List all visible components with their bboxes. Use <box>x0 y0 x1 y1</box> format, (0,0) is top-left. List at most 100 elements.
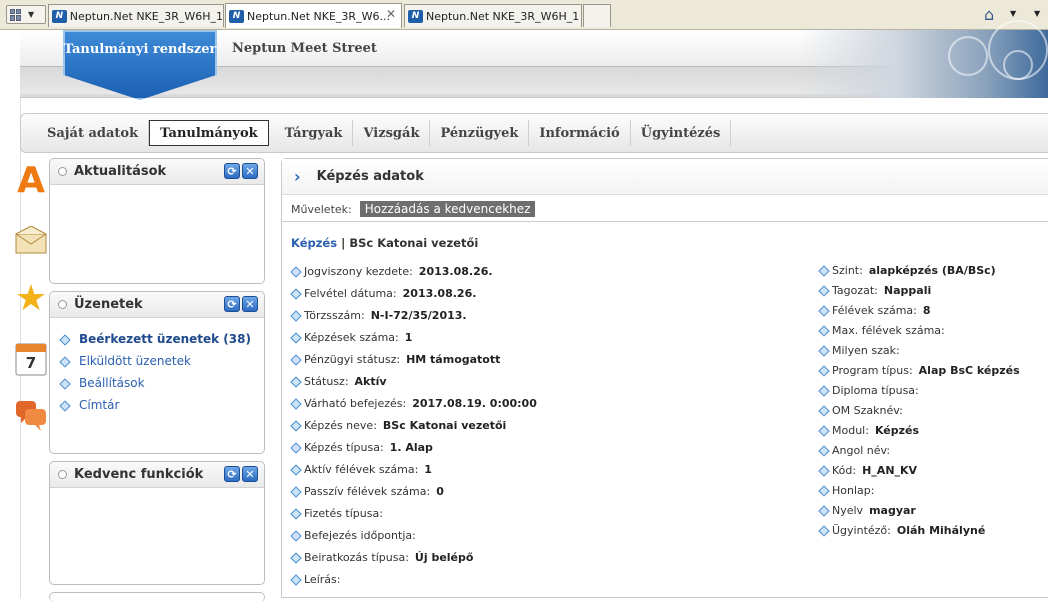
star-icon[interactable]: ★ <box>14 278 48 319</box>
directory-link[interactable]: Címtár <box>60 394 264 416</box>
left-field-row: Beiratkozás típusa: Új belépő <box>291 551 473 564</box>
field-value: 8 <box>922 304 931 317</box>
field-label: OM Szaknév: <box>832 404 903 417</box>
right-field-row: Max. félévek száma: <box>819 324 951 337</box>
menu-item-tanulmanyok[interactable]: Tanulmányok <box>149 120 269 146</box>
bullet-icon <box>819 326 828 335</box>
field-value: Aktív <box>354 375 387 388</box>
tab-overview-button[interactable]: ▼ <box>6 5 46 24</box>
panel-header: Kedvenc funkciók ⟳ ✕ <box>50 462 264 488</box>
envelope-icon[interactable] <box>14 220 48 260</box>
new-tab-button[interactable] <box>583 4 611 27</box>
field-label: Várható befejezés: <box>304 397 407 410</box>
bullet-icon <box>291 531 300 540</box>
field-label: Törzsszám: <box>304 309 365 322</box>
breadcrumb-link[interactable]: Képzés <box>291 236 337 250</box>
bullet-icon <box>291 377 300 386</box>
main-content: › Képzés adatok Műveletek: Hozzáadás a k… <box>281 158 1048 598</box>
browser-tab-1[interactable]: N Neptun.Net NKE_3R_W6H_1 <box>48 4 224 27</box>
field-value: N-I-72/35/2013. <box>370 309 467 322</box>
grid-icon <box>10 8 22 21</box>
field-label: Program típus: <box>832 364 913 377</box>
calendar-icon[interactable]: 7 <box>14 338 48 378</box>
field-label: Szint: <box>832 264 863 277</box>
left-field-row: Törzsszám: N-I-72/35/2013. <box>291 309 467 322</box>
field-label: Beiratkozás típusa: <box>304 551 409 564</box>
chat-bubbles-icon[interactable] <box>14 396 48 436</box>
bullet-icon <box>291 267 300 276</box>
left-field-row: Leírás: <box>291 573 346 586</box>
left-field-row: Befejezés időpontja: <box>291 529 422 542</box>
add-to-favorites-button[interactable]: Hozzáadás a kedvencekhez <box>359 201 536 217</box>
browser-tab-3[interactable]: N Neptun.Net NKE_3R_W6H_1 <box>404 4 582 27</box>
menu-item-targyak[interactable]: Tárgyak <box>275 120 354 146</box>
close-tab-icon[interactable]: ✕ <box>386 7 396 21</box>
divider <box>282 221 1048 222</box>
refresh-icon[interactable]: ⟳ <box>224 163 240 179</box>
refresh-icon[interactable]: ⟳ <box>224 466 240 482</box>
panel-title: Kedvenc funkciók <box>74 467 204 482</box>
chevron-down-icon[interactable]: ▼ <box>1010 9 1016 18</box>
field-value: HM támogatott <box>406 353 501 366</box>
field-label: Nyelv <box>832 504 864 517</box>
field-label: Jogviszony kezdete: <box>304 265 413 278</box>
menu-item-informacio[interactable]: Információ <box>529 120 631 146</box>
link-label: Címtár <box>79 398 120 412</box>
bullet-icon <box>819 446 828 455</box>
browser-tab-2[interactable]: N Neptun.Net NKE_3R_W6... ✕ <box>225 3 402 28</box>
sent-messages-link[interactable]: Elküldött üzenetek <box>60 350 264 372</box>
panel-aktualitasok: Aktualitások ⟳ ✕ <box>49 158 265 284</box>
right-field-row: Félévek száma: 8 <box>819 304 931 317</box>
bullet-icon <box>291 311 300 320</box>
close-icon[interactable]: ✕ <box>242 296 258 312</box>
refresh-icon[interactable]: ⟳ <box>224 296 240 312</box>
menu-item-ugyintezes[interactable]: Ügyintézés <box>631 120 732 146</box>
chevron-right-icon: › <box>294 167 301 186</box>
left-field-row: Státusz: Aktív <box>291 375 387 388</box>
chevron-down-icon[interactable]: ▼ <box>1034 9 1040 18</box>
main-header: › Képzés adatok <box>282 159 1048 195</box>
panel-kedvenc-funkciok: Kedvenc funkciók ⟳ ✕ <box>49 461 265 585</box>
field-value: 2017.08.19. 0:00:00 <box>412 397 537 410</box>
letter-a-icon[interactable]: A <box>14 160 48 201</box>
field-value: 0 <box>436 485 444 498</box>
right-field-row: Kód: H_AN_KV <box>819 464 917 477</box>
field-label: Max. félévek száma: <box>832 324 945 337</box>
field-label: Aktív félévek száma: <box>304 463 419 476</box>
settings-link[interactable]: Beállítások <box>60 372 264 394</box>
browser-tab-label: Neptun.Net NKE_3R_W6H_1 <box>426 9 580 23</box>
home-icon[interactable]: ⌂ <box>984 5 994 24</box>
bullet-icon <box>819 286 828 295</box>
close-icon[interactable]: ✕ <box>242 163 258 179</box>
browser-tab-bar: ▼ N Neptun.Net NKE_3R_W6H_1 N Neptun.Net… <box>0 0 1048 30</box>
field-value: 2013.08.26. <box>418 265 493 278</box>
panel-title: Aktualitások <box>74 164 167 179</box>
site-title: Neptun Meet Street <box>232 41 377 56</box>
right-field-row: Milyen szak: <box>819 344 906 357</box>
bullet-icon <box>291 509 300 518</box>
left-field-row: Várható befejezés: 2017.08.19. 0:00:00 <box>291 397 537 410</box>
browser-tab-label: Neptun.Net NKE_3R_W6... <box>247 9 390 23</box>
close-icon[interactable]: ✕ <box>242 466 258 482</box>
field-value: alapképzés (BA/BSc) <box>868 264 996 277</box>
bullet-icon <box>60 335 69 344</box>
menu-item-vizsgak[interactable]: Vizsgák <box>353 120 431 146</box>
menu-item-sajat-adatok[interactable]: Saját adatok <box>37 120 150 146</box>
field-label: Passzív félévek száma: <box>304 485 431 498</box>
bullet-icon <box>60 401 69 410</box>
menu-item-penzugyek[interactable]: Pénzügyek <box>430 120 530 146</box>
left-field-row: Felvétel dátuma: 2013.08.26. <box>291 287 476 300</box>
panel-title: Üzenetek <box>74 297 143 312</box>
field-value: Oláh Mihályné <box>896 524 986 537</box>
left-field-row: Pénzügyi státusz: HM támogatott <box>291 353 500 366</box>
field-label: Befejezés időpontja: <box>304 529 416 542</box>
bullet-icon <box>819 506 828 515</box>
left-field-row: Képzés típusa: 1. Alap <box>291 441 433 454</box>
bullet-icon <box>60 379 69 388</box>
panel-next <box>49 592 265 602</box>
field-label: Pénzügyi státusz: <box>304 353 401 366</box>
chevron-down-icon: ▼ <box>28 10 35 19</box>
bullet-icon <box>819 346 828 355</box>
bullet-icon <box>819 486 828 495</box>
inbox-link[interactable]: Beérkezett üzenetek (38) <box>60 328 264 350</box>
